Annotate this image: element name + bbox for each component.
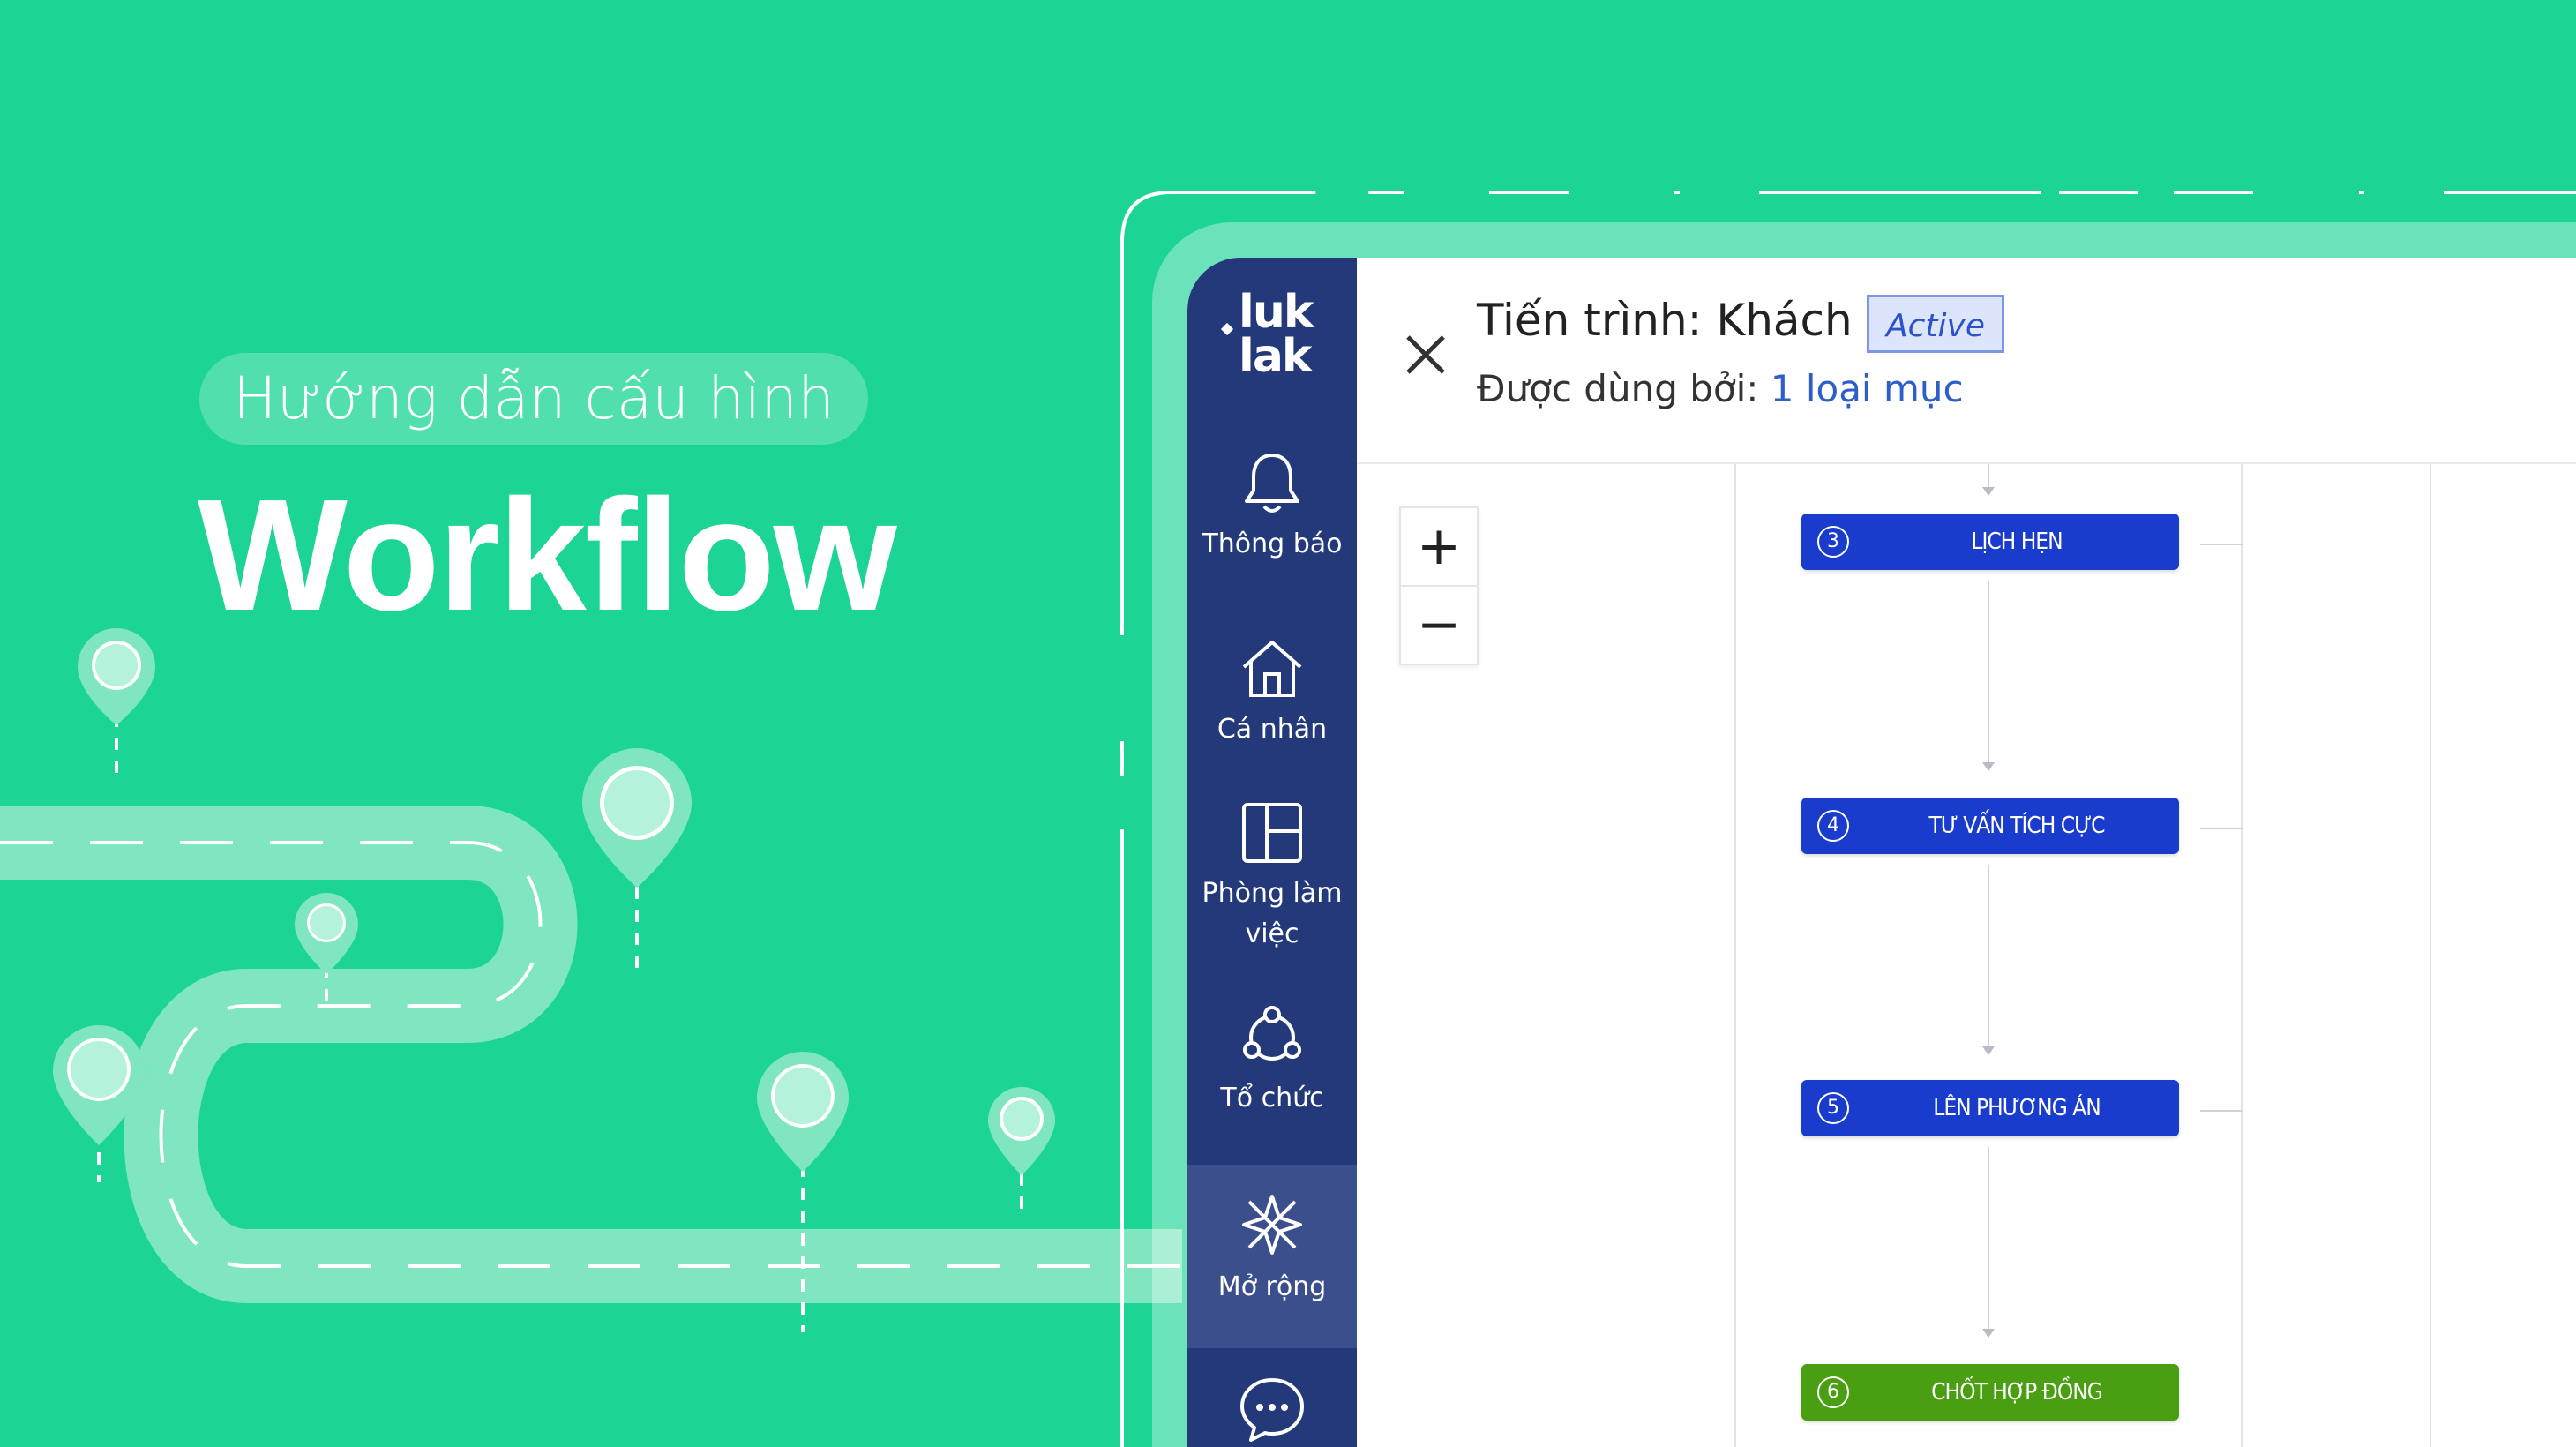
workflow-step[interactable]: 3 LỊCH HẸN — [1801, 514, 2179, 570]
map-pin-icon — [757, 1052, 849, 1172]
step-label: TƯ VẤN TÍCH CỰC — [1928, 813, 2106, 839]
extend-icon — [1242, 1195, 1302, 1255]
hero-title: Workflow — [198, 467, 897, 644]
sidebar-item-label: Phòng làm việc — [1202, 878, 1343, 949]
app-logo[interactable]: luk lak — [1220, 289, 1327, 386]
sidebar-item-workspace[interactable]: Phòng làm việc — [1187, 799, 1357, 955]
sidebar-item-organization[interactable]: Tổ chức — [1187, 1004, 1357, 1119]
map-pin-icon — [295, 893, 358, 974]
workflow-step[interactable]: 5 LÊN PHƯƠNG ÁN — [1801, 1080, 2179, 1136]
step-label: CHỐT HỢP ĐỒNG — [1931, 1379, 2103, 1406]
step-label: LỊCH HẸN — [1971, 529, 2063, 555]
map-pin-icon — [582, 748, 692, 888]
step-number: 3 — [1817, 526, 1849, 558]
layout-icon — [1242, 803, 1302, 863]
column-divider — [1734, 464, 1736, 1447]
map-pin-icon — [78, 628, 155, 725]
sidebar-item-extend[interactable]: Mở rộng — [1187, 1165, 1357, 1348]
step-number: 5 — [1817, 1092, 1849, 1124]
app-window: luk lak Thông báo Cá nhân Phòng làm việc… — [1187, 258, 2576, 1447]
sidebar-item-chat[interactable] — [1187, 1375, 1357, 1447]
used-by-label: Được dùng bởi: — [1477, 367, 1759, 410]
sidebar-item-label: Tổ chức — [1220, 1083, 1324, 1113]
zoom-controls: + − — [1399, 506, 1479, 665]
sidebar-item-label: Mở rộng — [1217, 1271, 1327, 1302]
bell-icon — [1245, 454, 1299, 513]
organization-icon — [1243, 1006, 1301, 1061]
road-illustration — [0, 628, 1182, 1332]
used-by-text: Được dùng bởi: 1 loại mục — [1477, 367, 1964, 410]
used-by-link[interactable]: 1 loại mục — [1771, 367, 1964, 410]
column-divider — [2241, 464, 2243, 1447]
step-number: 4 — [1817, 810, 1849, 842]
workflow-step[interactable]: 6 CHỐT HỢP ĐỒNG — [1801, 1364, 2179, 1421]
workflow-canvas[interactable]: + − 3 LỊCH HẸN 4 TƯ VẤN TÍCH CỰC 5 LÊN P… — [1357, 464, 2576, 1447]
step-label: LÊN PHƯƠNG ÁN — [1933, 1095, 2100, 1121]
step-number: 6 — [1817, 1376, 1849, 1408]
sidebar-item-personal[interactable]: Cá nhân — [1187, 635, 1357, 750]
column-divider — [2430, 464, 2431, 1447]
sidebar: luk lak Thông báo Cá nhân Phòng làm việc… — [1187, 258, 1357, 1447]
zoom-out-button[interactable]: − — [1401, 587, 1477, 664]
hero-subtitle: Hướng dẫn cấu hình — [199, 353, 868, 445]
sidebar-item-label: Thông báo — [1202, 529, 1343, 559]
sidebar-item-notifications[interactable]: Thông báo — [1187, 450, 1357, 565]
close-icon[interactable] — [1401, 330, 1450, 379]
status-badge: Active — [1867, 295, 2004, 353]
sidebar-item-label: Cá nhân — [1217, 714, 1328, 745]
workflow-step[interactable]: 4 TƯ VẤN TÍCH CỰC — [1801, 798, 2179, 854]
map-pin-icon — [988, 1087, 1055, 1175]
chat-icon — [1240, 1378, 1304, 1442]
home-icon — [1242, 641, 1302, 697]
zoom-in-button[interactable]: + — [1401, 508, 1477, 587]
workflow-header: Tiến trình: Khách hàng Active Được dùng … — [1357, 258, 2576, 464]
